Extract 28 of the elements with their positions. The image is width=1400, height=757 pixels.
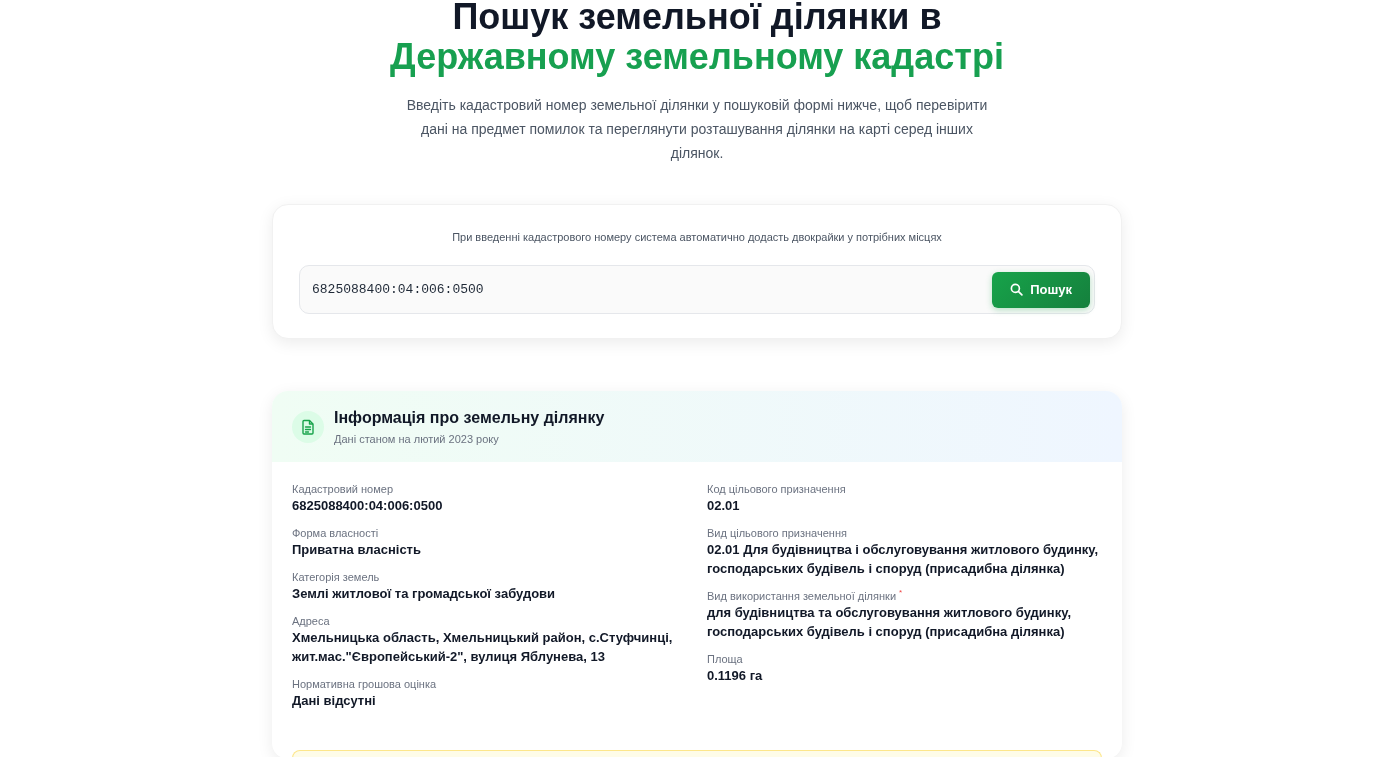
field-label: Площа [707,652,744,666]
field-value: Хмельницька область, Хмельницький район, с.Стуфчинці, жит.мас."Європейський-2", вулиця Яблунева, 13 [292,629,674,666]
page-title-highlight: Державному земельному кадастрі [390,37,1004,77]
intro-text: Введіть кадастровий номер земельної ділянки у пошуковій формі нижче, щоб перевірити дані на предмет помилок та переглянути розташування ділянки на карті серед інших ділянок. [405,96,989,163]
field-value: 0.1196 га [707,667,764,685]
field-label: Форма власності [292,526,380,540]
field-label: Категорія земель [292,570,381,584]
page-title: Пошук земельної ділянки в [452,0,942,37]
info-card-subtitle: Дані станом на лютий 2023 року [334,431,500,446]
field-value: для будівництва та обслуговування житлового будинку, господарських будівель і споруд (присадибна ділянка) [707,604,1072,641]
field-label: Вид цільового призначення [707,526,848,540]
field-value: Землі житлової та громадської забудови [292,585,557,603]
field-value: Приватна власність [292,541,422,559]
search-icon [1010,283,1024,296]
document-icon [292,410,324,443]
search-button[interactable]: Пошук [992,271,1090,308]
field-label: Вид використання земельної ділянки $^{*}$ [707,589,904,603]
field-label: Кадастровий номер [292,482,394,496]
field-value: 02.01 Для будівництва і обслуговування житлового будинку, господарських будівель і споруд (присадибна ділянка) [707,541,1100,578]
search-field[interactable]: 6825088400:04:006:0500 Пошук [299,265,1095,314]
search-hint: При введенні кадастрового номеру система автоматично додасть двокрайки у потрібних місцях [451,230,943,245]
field-label: Адреса [292,614,331,628]
field-value: Дані відсутні [292,692,377,710]
info-card-title: Інформація про земельну ділянку [334,407,605,428]
field-value: 02.01 [707,497,741,515]
field-value: 6825088400:04:006:0500 [292,497,444,515]
field-label: Нормативна грошова оцінка [292,677,438,691]
field-label: Код цільового призначення [707,482,847,496]
